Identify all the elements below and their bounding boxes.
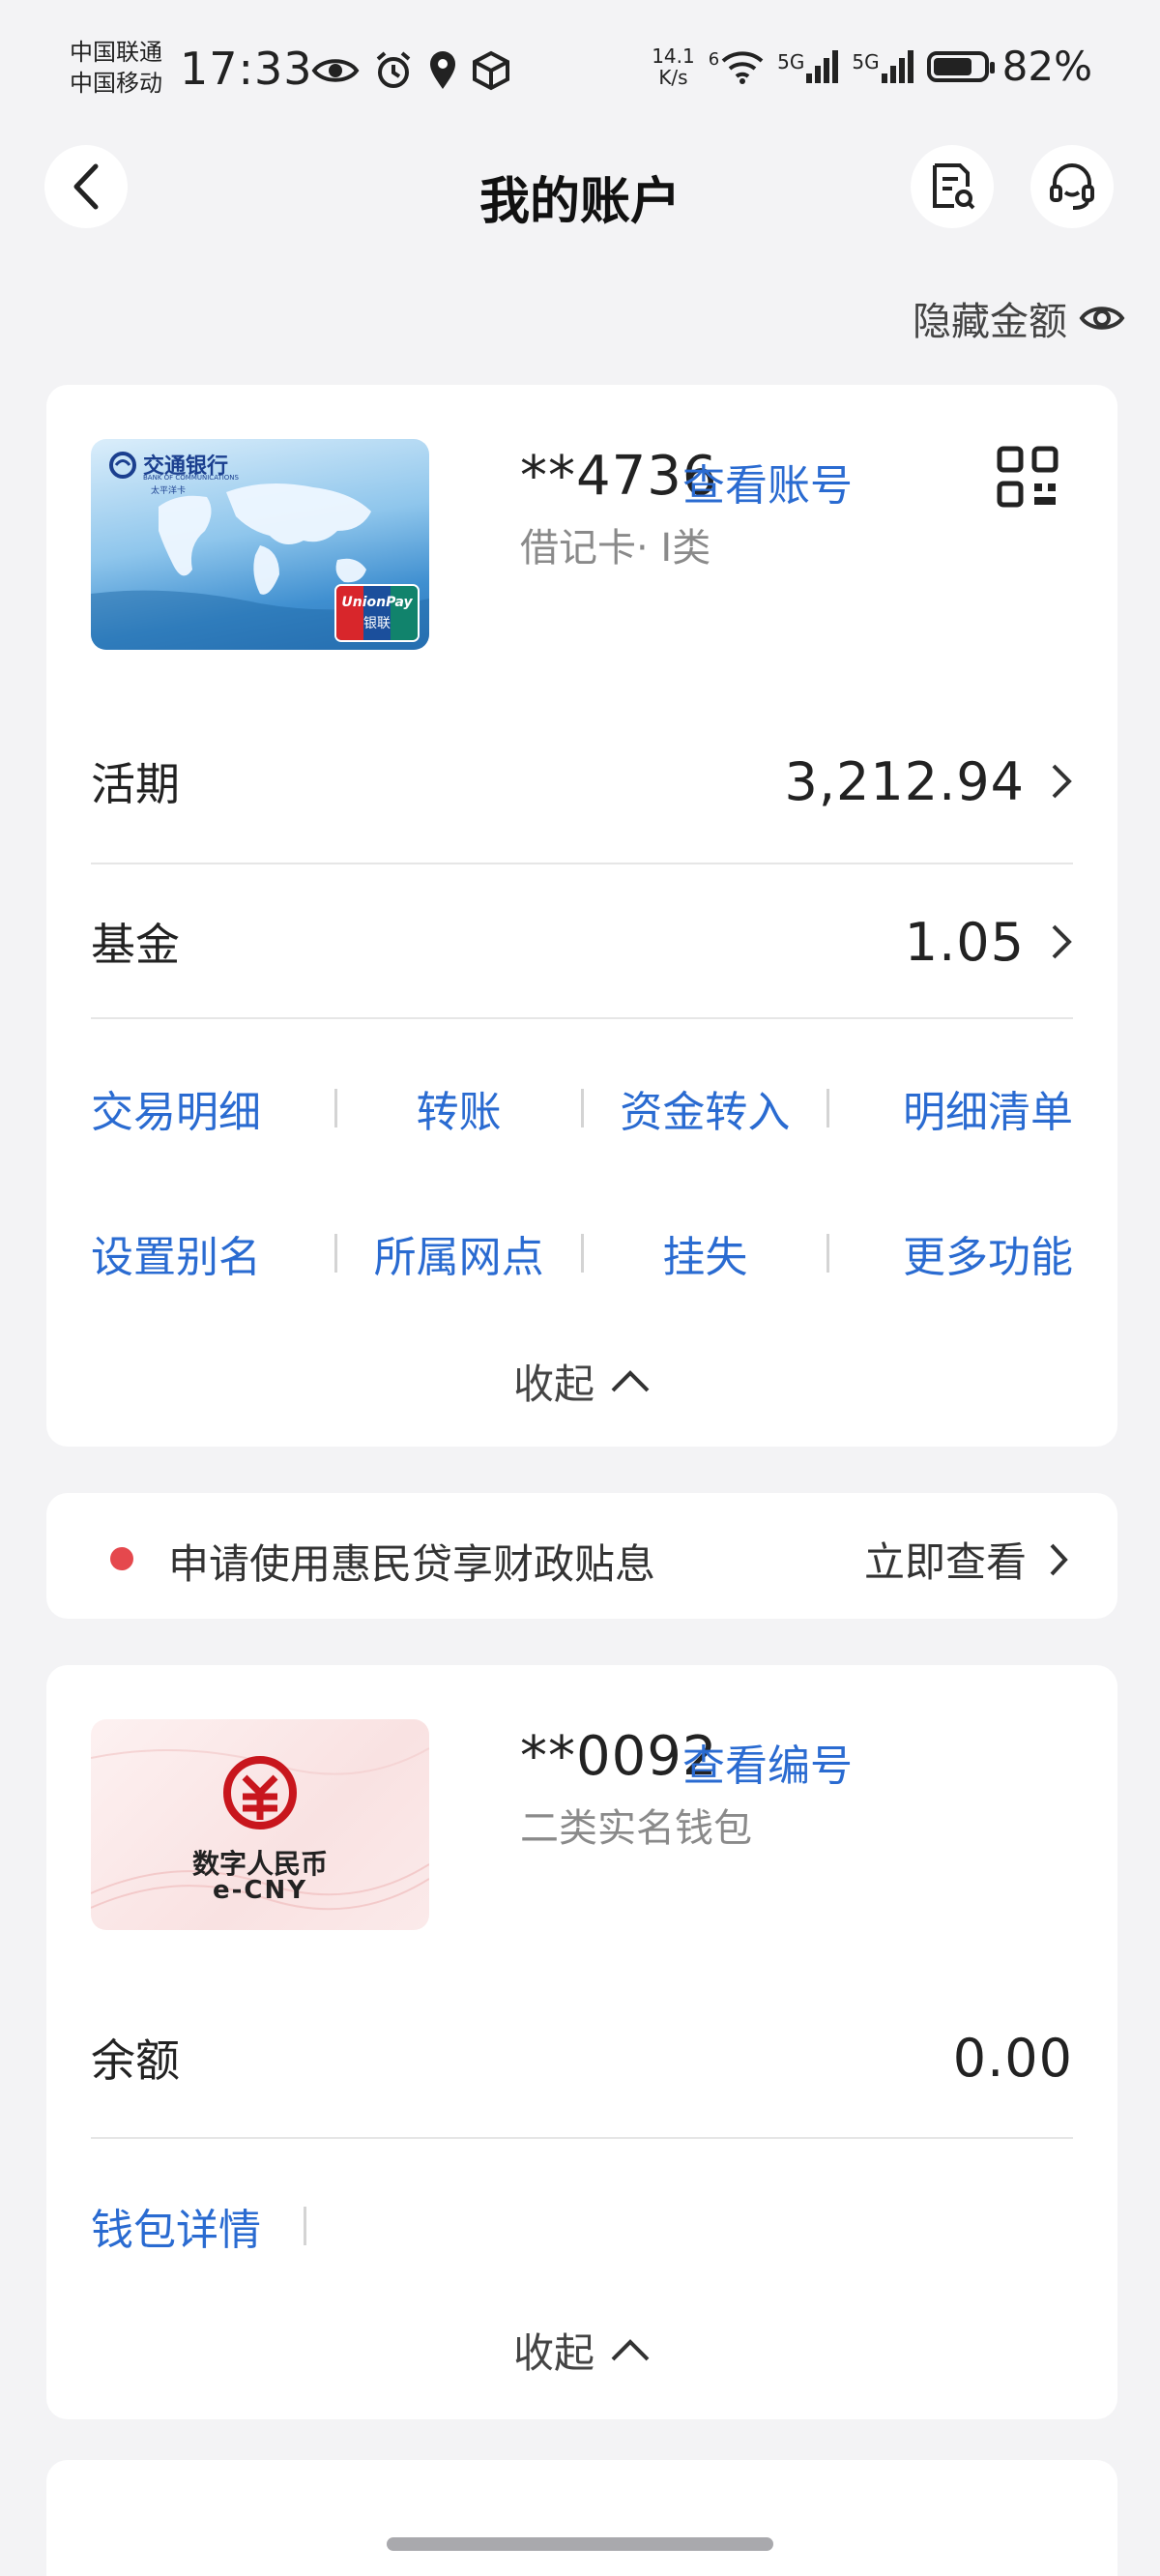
wifi-indicator: 6 [709, 49, 764, 84]
qr-code-icon [997, 446, 1058, 508]
action-statement-list[interactable]: 明细清单 [829, 1077, 1073, 1139]
signal-sim2: 5G [852, 49, 914, 83]
account-actions-row-2: 设置别名 所属网点 挂失 更多功能 [91, 1222, 1073, 1284]
ecny-card-image: 数字人民币 e-CNY [91, 1719, 429, 1930]
carrier-2: 中国移动 [70, 70, 162, 97]
collapse-toggle[interactable]: 收起 [46, 2321, 1117, 2380]
ecny-title-en: e-CNY [212, 1876, 308, 1905]
promo-view-now[interactable]: 立即查看 [864, 1530, 1069, 1589]
collapse-toggle[interactable]: 收起 [46, 1352, 1117, 1411]
balance-row-fund[interactable]: 基金 1.05 [91, 864, 1073, 1019]
home-indicator[interactable] [387, 2537, 773, 2551]
action-branch[interactable]: 所属网点 [337, 1222, 581, 1284]
account-type: 借记卡· I类 [520, 526, 711, 571]
chevron-right-icon [1052, 764, 1072, 799]
next-account-card-partial [46, 2460, 1117, 2576]
red-dot-icon [110, 1547, 133, 1570]
chevron-up-icon [611, 2338, 650, 2360]
headset-icon [1050, 163, 1094, 210]
battery-icon [926, 50, 995, 82]
statement-button[interactable] [911, 145, 994, 228]
signal-bars-icon [806, 49, 839, 83]
current-balance-value: 3,212.94 [784, 750, 1025, 812]
promo-text: 申请使用惠民贷享财政贴息 [168, 1540, 656, 1588]
wallet-balance-value: 0.00 [952, 2027, 1073, 2089]
action-more-features[interactable]: 更多功能 [829, 1222, 1073, 1284]
collapse-label: 收起 [512, 1361, 594, 1408]
divider [91, 1017, 1073, 1019]
action-wallet-details[interactable]: 钱包详情 [91, 2195, 304, 2257]
account-actions-row-1: 交易明细 转账 资金转入 明细清单 [91, 1077, 1073, 1139]
divider [91, 2137, 1073, 2139]
hide-amount-label: 隐藏金额 [913, 300, 1067, 344]
wallet-balance-row: 余额 0.00 [91, 1980, 1073, 2135]
card-sub-label: 太平洋卡 [151, 486, 187, 496]
view-wallet-number-link[interactable]: 查看编号 [682, 1731, 853, 1793]
status-time: 17:33 [180, 43, 313, 95]
separator [304, 2207, 306, 2245]
promo-banner[interactable]: 申请使用惠民贷享财政贴息 立即查看 [46, 1493, 1117, 1619]
wallet-type: 二类实名钱包 [520, 1806, 752, 1851]
bank-logo-icon [109, 452, 136, 479]
network-speed: 14.1 K/s [652, 44, 695, 89]
battery-percent: 82% [1001, 43, 1092, 90]
wallet-actions-row: 钱包详情 [91, 2195, 1073, 2257]
action-transfer[interactable]: 转账 [337, 1077, 581, 1139]
document-search-icon [933, 163, 975, 210]
ecny-wallet-account: 数字人民币 e-CNY **0092 查看编号 二类实名钱包 余额 0.00 钱… [46, 1665, 1117, 2419]
view-account-number-link[interactable]: 查看账号 [682, 451, 853, 512]
status-bar: 中国联通 中国移动 17:33 14.1 K/s 6 5G 5G 82% [0, 0, 1160, 135]
box-icon [473, 50, 509, 91]
row-label: 基金 [91, 919, 180, 971]
chevron-right-icon [1050, 1543, 1068, 1575]
action-transaction-details[interactable]: 交易明细 [91, 1077, 334, 1139]
balance-row-current[interactable]: 活期 3,212.94 [91, 704, 1073, 859]
eye-icon [1079, 307, 1125, 330]
promo-link-label: 立即查看 [863, 1538, 1027, 1586]
wifi-icon [721, 50, 764, 84]
collapse-label: 收起 [512, 2329, 594, 2377]
bank-card-image: 交通银行 BANK OF COMMUNICATIONS 太平洋卡 UnionPa… [91, 439, 429, 650]
bank-name-en: BANK OF COMMUNICATIONS [143, 474, 239, 482]
signal-bars-icon [881, 49, 914, 83]
battery-fill [933, 57, 972, 75]
alarm-icon [376, 51, 411, 88]
nav-header: 我的账户 [0, 145, 1160, 242]
status-right: 14.1 K/s 6 5G 5G 82% [652, 43, 1092, 90]
unionpay-logo: UnionPay 银联 [334, 584, 420, 642]
fund-balance-value: 1.05 [904, 911, 1025, 973]
chevron-right-icon [1052, 924, 1072, 959]
status-icons [311, 50, 510, 91]
eye-icon [311, 59, 360, 82]
carrier-labels: 中国联通 中国移动 [70, 37, 162, 99]
action-fund-transfer-in[interactable]: 资金转入 [584, 1077, 827, 1139]
hide-amount-toggle[interactable]: 隐藏金额 [913, 290, 1125, 346]
qr-code-button[interactable] [996, 445, 1059, 509]
chevron-up-icon [611, 1369, 650, 1391]
row-label: 余额 [91, 2034, 180, 2087]
action-set-alias[interactable]: 设置别名 [91, 1222, 334, 1284]
signal-sim1: 5G [777, 49, 839, 83]
action-report-loss[interactable]: 挂失 [584, 1222, 827, 1284]
debit-card-account: 交通银行 BANK OF COMMUNICATIONS 太平洋卡 UnionPa… [46, 385, 1117, 1447]
location-icon [430, 51, 455, 89]
carrier-1: 中国联通 [70, 39, 162, 66]
customer-service-button[interactable] [1030, 145, 1114, 228]
ecny-logo-icon [223, 1756, 297, 1830]
row-label: 活期 [91, 758, 180, 810]
